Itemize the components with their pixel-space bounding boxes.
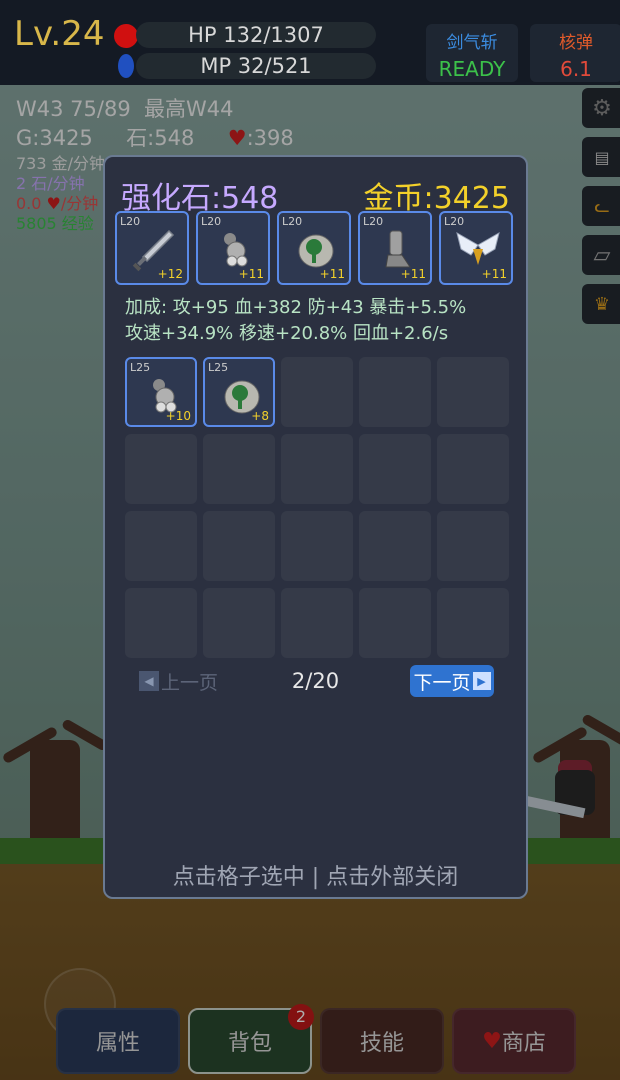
player-level: Lv.24 — [14, 14, 105, 54]
inventory-slot-16[interactable] — [125, 588, 197, 658]
inventory-slot-18[interactable] — [281, 588, 353, 658]
equip-slot-weapon[interactable]: L20 +12 — [115, 211, 189, 285]
inventory-slot-1[interactable]: L25 +10 — [125, 357, 197, 427]
inventory-slot-13[interactable] — [281, 511, 353, 581]
equip-slot-boots[interactable]: L20 +11 — [358, 211, 432, 285]
inventory-slot-14[interactable] — [359, 511, 431, 581]
next-page-button[interactable]: 下一页 ▶ — [410, 665, 494, 697]
bag-panel: 强化石:548 金币:3425 L20 +12 L20 +11 L20 +11 … — [103, 155, 528, 899]
nuke-skill-cooldown: 6.1 — [560, 57, 592, 81]
inventory-slot-12[interactable] — [203, 511, 275, 581]
nuke-skill-button[interactable]: 核弹 6.1 — [530, 24, 620, 82]
arrow-right-icon: ▶ — [472, 672, 491, 690]
inventory-slot-17[interactable] — [203, 588, 275, 658]
inventory-slot-3[interactable] — [281, 357, 353, 427]
inventory-slot-11[interactable] — [125, 511, 197, 581]
nuke-skill-name: 核弹 — [559, 33, 593, 53]
inventory-slot-5[interactable] — [437, 357, 509, 427]
bonus-line-2: 攻速+34.9% 移速+20.8% 回血+2.6/s — [125, 323, 449, 344]
equip-slot-wings[interactable]: L20 +11 — [439, 211, 513, 285]
inventory-slot-20[interactable] — [437, 588, 509, 658]
inventory-slot-9[interactable] — [359, 434, 431, 504]
mp-orb-icon — [118, 54, 134, 78]
inventory-slot-8[interactable] — [281, 434, 353, 504]
hp-bar: HP 132/1307 — [136, 22, 376, 48]
sword-skill-name: 剑气斩 — [446, 33, 498, 53]
bonus-line-1: 加成: 攻+95 血+382 防+43 暴击+5.5% — [125, 297, 467, 318]
equip-slot-gloves[interactable]: L20 +11 — [196, 211, 270, 285]
inventory-slot-2[interactable]: L25 +8 — [203, 357, 275, 427]
inventory-slot-15[interactable] — [437, 511, 509, 581]
inventory-slot-4[interactable] — [359, 357, 431, 427]
inventory-slot-19[interactable] — [359, 588, 431, 658]
panel-hint: 点击格子选中 | 点击外部关闭 — [172, 865, 459, 890]
inventory-slot-7[interactable] — [203, 434, 275, 504]
top-hud: Lv.24 HP 132/1307 MP 32/521 剑气斩 READY 核弹… — [0, 0, 620, 85]
inventory-slot-10[interactable] — [437, 434, 509, 504]
sword-skill-status: READY — [438, 57, 506, 81]
mp-bar: MP 32/521 — [136, 53, 376, 79]
hp-orb-icon — [114, 24, 138, 48]
equip-slot-helmet[interactable]: L20 +11 — [277, 211, 351, 285]
inventory-slot-6[interactable] — [125, 434, 197, 504]
sword-skill-button[interactable]: 剑气斩 READY — [426, 24, 518, 82]
